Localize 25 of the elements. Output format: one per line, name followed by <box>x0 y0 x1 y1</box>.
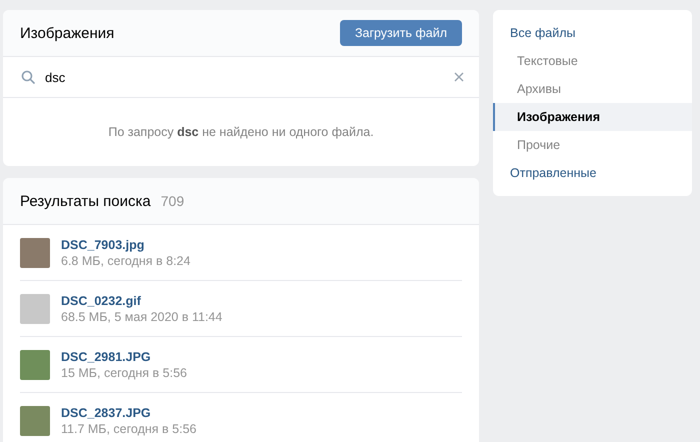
close-icon[interactable] <box>454 72 464 82</box>
photo-placeholder <box>20 238 50 268</box>
photo-placeholder <box>20 350 50 380</box>
search-icon <box>21 70 35 84</box>
file-name-link[interactable]: DSC_7903.jpg <box>61 238 190 252</box>
file-name-link[interactable]: DSC_2981.JPG <box>61 350 187 364</box>
empty-message: По запросу dsc не найдено ни одного файла. <box>108 125 374 139</box>
upload-button[interactable]: Загрузить файл <box>340 20 462 46</box>
results-title: Результаты поиска <box>20 192 151 210</box>
sidebar-item[interactable]: Текстовые <box>493 47 692 75</box>
file-meta: 15 МБ, сегодня в 5:56 <box>61 366 187 380</box>
file-name-link[interactable]: DSC_0232.gif <box>61 294 222 308</box>
sidebar-item[interactable]: Архивы <box>493 75 692 103</box>
sidebar-item[interactable]: Все файлы <box>493 19 692 47</box>
sidebar-item[interactable]: Изображения <box>493 103 692 131</box>
file-meta: 11.7 МБ, сегодня в 5:56 <box>61 422 196 436</box>
file-name-link[interactable]: DSC_2837.JPG <box>61 406 196 420</box>
file-meta: 68.5 МБ, 5 мая 2020 в 11:44 <box>61 310 222 324</box>
sidebar-item[interactable]: Отправленные <box>493 159 692 187</box>
panel-title: Изображения <box>20 24 114 42</box>
photo-placeholder <box>20 294 50 324</box>
photo-placeholder <box>20 406 50 436</box>
results-count: 709 <box>160 193 184 209</box>
file-meta: 6.8 МБ, сегодня в 8:24 <box>61 254 190 268</box>
sidebar-item[interactable]: Прочие <box>493 131 692 159</box>
